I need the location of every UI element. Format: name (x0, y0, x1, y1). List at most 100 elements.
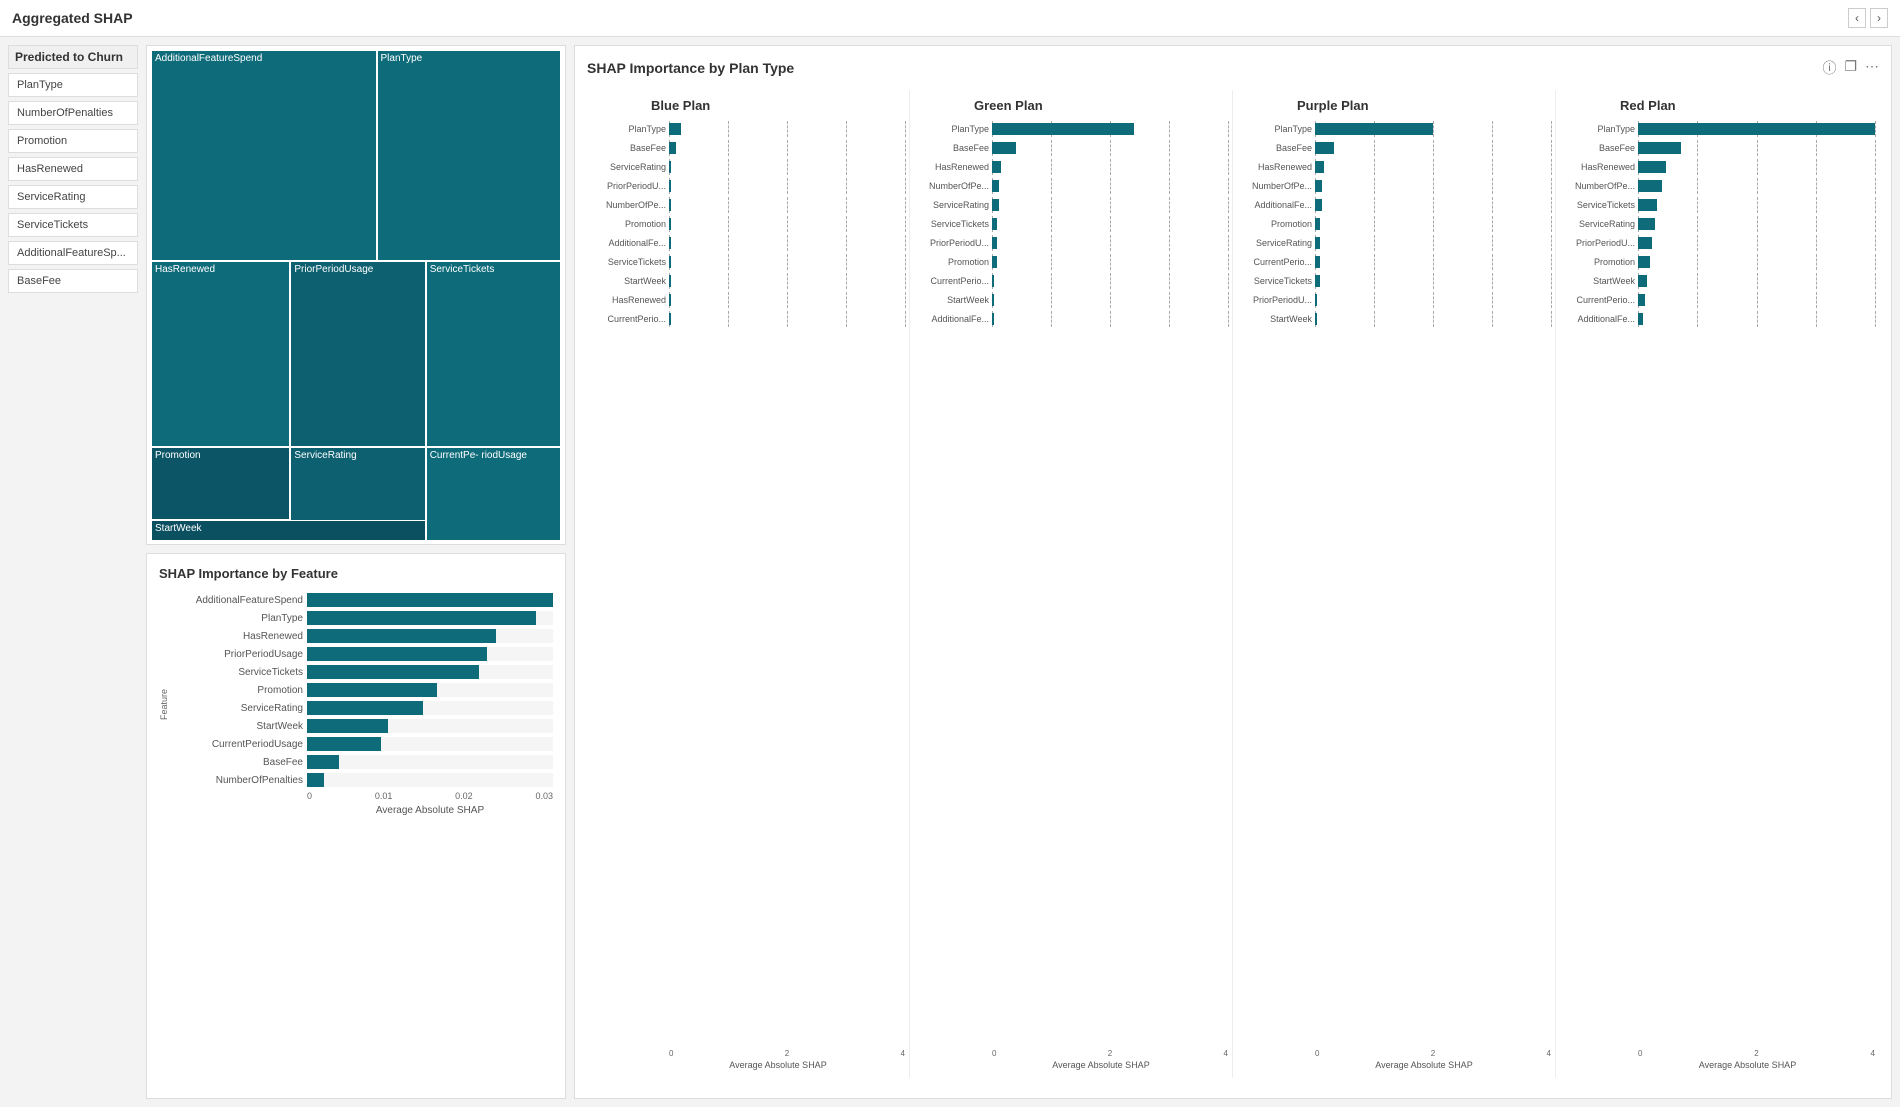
dashed-guide-line (1110, 254, 1111, 270)
bar-track (307, 755, 553, 769)
h-bar-fill (669, 123, 681, 135)
h-bar-row: ServiceTickets (914, 216, 1228, 232)
treemap-cell-label: PriorPeriodUsage (291, 262, 376, 277)
dashed-guide-line (1228, 254, 1229, 270)
dashed-guide-line (846, 178, 847, 194)
h-bar-row: PriorPeriodU... (1560, 235, 1875, 251)
h-bar-area (992, 140, 1228, 156)
bar-fill (307, 719, 388, 733)
expand-icon[interactable]: ❐ (1844, 58, 1857, 78)
h-bar-label: HasRenewed (1560, 162, 1635, 172)
h-bar-row: HasRenewed (1237, 159, 1551, 175)
sidebar-item-hasrenewed[interactable]: HasRenewed (8, 157, 138, 181)
sidebar-item-promotion[interactable]: Promotion (8, 129, 138, 153)
bar-label: CurrentPeriodUsage (173, 739, 303, 750)
page-title: Aggregated SHAP (12, 10, 133, 26)
dashed-guide-line (905, 273, 906, 289)
h-bar-fill (992, 256, 997, 268)
bar-fill (307, 629, 496, 643)
dashed-guide-line (1169, 140, 1170, 156)
dashed-guide-line (1816, 254, 1817, 270)
sidebar-item-servicetickets[interactable]: ServiceTickets (8, 213, 138, 237)
dashed-guide-line (846, 254, 847, 270)
dashed-guide-line (1492, 235, 1493, 251)
sidebar-item-servicerating[interactable]: ServiceRating (8, 185, 138, 209)
h-bar-chart: PlanTypeBaseFeeServiceRatingPriorPeriodU… (591, 121, 905, 1045)
h-bar-area (1638, 292, 1875, 308)
dashed-guide-line (1757, 273, 1758, 289)
bar-track (307, 593, 553, 607)
bar-fill (307, 647, 487, 661)
h-bar-fill (1638, 199, 1657, 211)
nav-back-button[interactable]: ‹ (1848, 8, 1866, 28)
dashed-guide-line (1051, 178, 1052, 194)
h-bar-chart: PlanTypeBaseFeeHasRenewedNumberOfPe...Ad… (1237, 121, 1551, 1045)
dashed-guide-line (1492, 178, 1493, 194)
dashed-guide-line (1374, 159, 1375, 175)
sidebar-item-numberofpenalties[interactable]: NumberOfPenalties (8, 101, 138, 125)
h-bar-fill (669, 237, 671, 249)
h-bar-fill (669, 218, 671, 230)
dashed-guide-line (1697, 216, 1698, 232)
dashed-guide-line (1757, 292, 1758, 308)
dashed-guide-line (1875, 292, 1876, 308)
plan-charts-grid: Blue PlanPlanTypeBaseFeeServiceRatingPri… (587, 90, 1879, 1078)
dashed-guide-line (1697, 311, 1698, 327)
h-bar-label: BaseFee (591, 143, 666, 153)
shap-feature-container: SHAP Importance by Feature Feature Addit… (146, 553, 566, 1099)
h-bar-row: StartWeek (1237, 311, 1551, 327)
sidebar-item-basefee[interactable]: BaseFee (8, 269, 138, 293)
more-icon[interactable]: ⋯ (1865, 58, 1879, 78)
left-sidebar: Predicted to Churn PlanType NumberOfPena… (8, 45, 138, 1099)
bar-label: Promotion (173, 685, 303, 696)
h-bar-fill (669, 275, 671, 287)
dashed-guide-line (1051, 140, 1052, 156)
dashed-guide-line (1110, 178, 1111, 194)
dashed-guide-line (1169, 197, 1170, 213)
h-bar-label: ServiceRating (591, 162, 666, 172)
h-bar-area (669, 273, 905, 289)
h-bar-area (1315, 273, 1551, 289)
dashed-guide-line (787, 159, 788, 175)
treemap-cell: StartWeek (151, 520, 426, 540)
h-bar-fill (1315, 142, 1334, 154)
h-x-axis: 024 (591, 1049, 905, 1058)
h-bar-label: BaseFee (1560, 143, 1635, 153)
plan-chart: Purple PlanPlanTypeBaseFeeHasRenewedNumb… (1233, 90, 1556, 1078)
dashed-guide-line (905, 235, 906, 251)
dashed-guide-line (728, 254, 729, 270)
dashed-guide-line (1757, 140, 1758, 156)
dashed-guide-line (1433, 292, 1434, 308)
h-bar-row: Promotion (1237, 216, 1551, 232)
dashed-guide-line (1433, 197, 1434, 213)
dashed-guide-line (1374, 273, 1375, 289)
treemap-cell-label: ServiceTickets (427, 262, 498, 277)
dashed-guide-line (1875, 254, 1876, 270)
dashed-guide-line (905, 121, 906, 137)
h-bar-label: NumberOfPe... (591, 200, 666, 210)
treemap-container: AdditionalFeatureSpendPlanTypeHasRenewed… (146, 45, 566, 545)
h-bar-row: StartWeek (1560, 273, 1875, 289)
h-bar-fill (669, 161, 671, 173)
dashed-guide-line (728, 197, 729, 213)
h-bar-area (1638, 235, 1875, 251)
h-bar-fill (669, 313, 671, 325)
dashed-guide-line (1110, 197, 1111, 213)
sidebar-item-additionalfeaturesp[interactable]: AdditionalFeatureSp... (8, 241, 138, 265)
h-bar-area (1638, 216, 1875, 232)
h-bar-area (1315, 140, 1551, 156)
info-icon[interactable]: ⓘ (1822, 58, 1836, 78)
bar-track (307, 737, 553, 751)
dashed-guide-line (1051, 216, 1052, 232)
sidebar-item-plantype[interactable]: PlanType (8, 73, 138, 97)
dashed-guide-line (1551, 140, 1552, 156)
dashed-guide-line (846, 273, 847, 289)
dashed-guide-line (1875, 121, 1876, 137)
nav-forward-button[interactable]: › (1870, 8, 1888, 28)
dashed-guide-line (1875, 311, 1876, 327)
dashed-guide-line (1757, 178, 1758, 194)
h-bar-area (669, 197, 905, 213)
h-bar-area (1315, 292, 1551, 308)
h-bar-label: Promotion (591, 219, 666, 229)
h-bar-label: NumberOfPe... (1560, 181, 1635, 191)
